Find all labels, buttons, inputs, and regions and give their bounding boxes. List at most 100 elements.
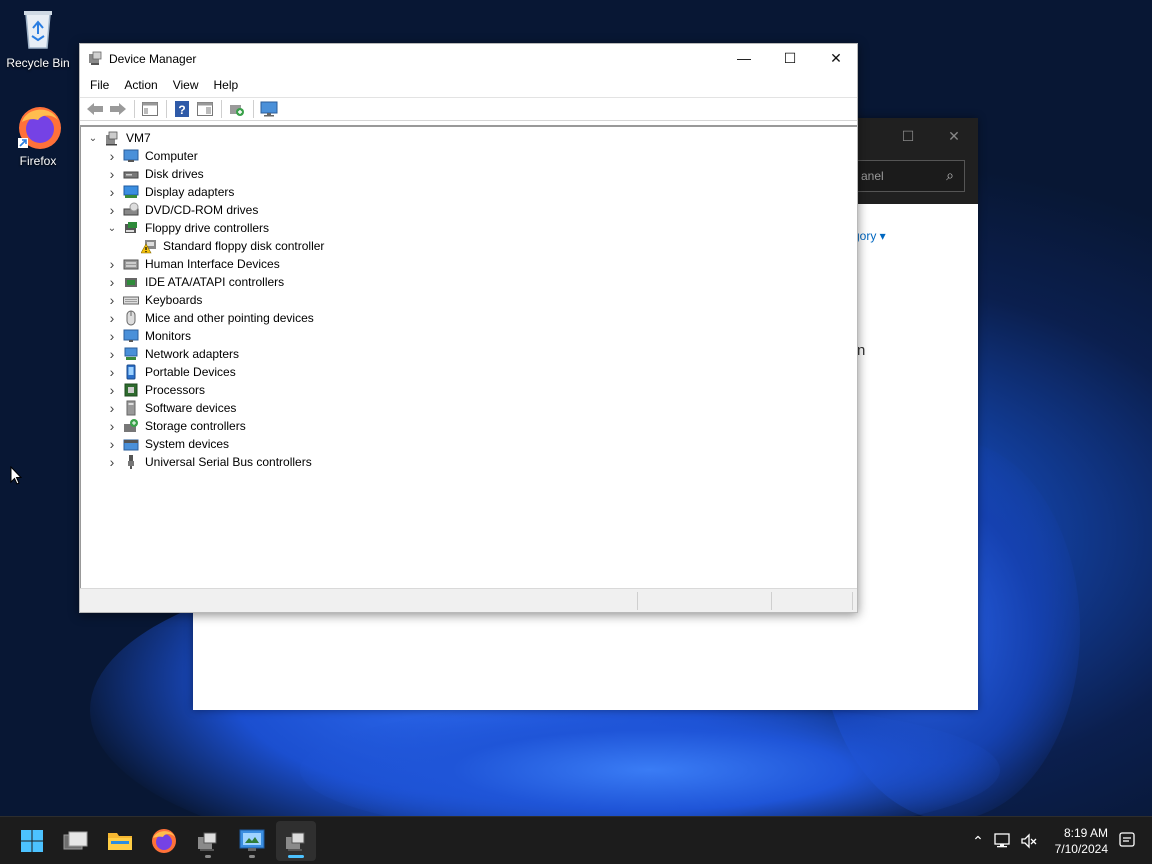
desktop-icon-recycle-bin[interactable]: Recycle Bin: [0, 6, 76, 70]
tree-category[interactable]: ⌄ Floppy drive controllers: [105, 219, 269, 237]
title-bar[interactable]: Device Manager — ☐ ✕: [80, 44, 857, 73]
monitor-icon[interactable]: [258, 99, 280, 119]
chevron-right-icon[interactable]: ›: [105, 400, 119, 416]
tree-category[interactable]: › Monitors: [105, 327, 191, 345]
chevron-right-icon[interactable]: ›: [105, 418, 119, 434]
tree-item-label: Mice and other pointing devices: [145, 311, 314, 325]
chevron-up-icon[interactable]: ⌃: [966, 833, 990, 850]
chevron-down-icon[interactable]: ⌄: [86, 131, 100, 145]
chevron-right-icon[interactable]: ›: [105, 454, 119, 470]
tree-category[interactable]: › Universal Serial Bus controllers: [105, 453, 312, 471]
help-icon[interactable]: ?: [171, 99, 193, 119]
chevron-right-icon[interactable]: ›: [105, 166, 119, 182]
menu-help[interactable]: Help: [208, 78, 245, 92]
chevron-right-icon[interactable]: ›: [105, 184, 119, 200]
desktop-icon-firefox[interactable]: Firefox: [0, 104, 76, 168]
tree-item-label: Network adapters: [145, 347, 240, 361]
menu-view[interactable]: View: [167, 78, 205, 92]
computer-icon: [123, 148, 139, 164]
chevron-right-icon[interactable]: ›: [105, 436, 119, 452]
tree-item-label: System devices: [145, 437, 230, 451]
tree-category[interactable]: › IDE ATA/ATAPI controllers: [105, 273, 285, 291]
hid-icon: [123, 256, 139, 272]
tree-root[interactable]: ⌄ VM7: [86, 129, 151, 147]
tree-item-label: Human Interface Devices: [145, 257, 280, 271]
clock-date: 7/10/2024: [1054, 842, 1108, 856]
chevron-right-icon[interactable]: ›: [105, 346, 119, 362]
chevron-right-icon[interactable]: ›: [105, 256, 119, 272]
chevron-right-icon[interactable]: ›: [105, 310, 119, 326]
computer-root-icon: [104, 130, 120, 146]
device-manager-window[interactable]: Device Manager — ☐ ✕ File Action View He…: [79, 43, 858, 613]
network-adapter-icon: [123, 346, 139, 362]
menu-action[interactable]: Action: [118, 78, 163, 92]
tree-category[interactable]: › Mice and other pointing devices: [105, 309, 314, 327]
tree-item-label: IDE ATA/ATAPI controllers: [145, 275, 285, 289]
chevron-right-icon[interactable]: ›: [105, 292, 119, 308]
tree-item-label: DVD/CD-ROM drives: [145, 203, 259, 217]
device-tree[interactable]: ⌄ VM7 › Computer › Disk drives › Display adap…: [80, 125, 857, 589]
forward-icon[interactable]: [107, 99, 129, 119]
disk-drive-icon: [123, 166, 139, 182]
toolbar-separator: [166, 100, 167, 118]
start-button[interactable]: [12, 821, 52, 861]
dvd-drive-icon: [123, 202, 139, 218]
chevron-right-icon[interactable]: ›: [105, 274, 119, 290]
scan-hardware-icon[interactable]: [226, 99, 248, 119]
tree-category[interactable]: › Processors: [105, 381, 205, 399]
display-adapter-icon: [123, 184, 139, 200]
minimize-button[interactable]: —: [721, 44, 767, 73]
tree-item-label: Computer: [145, 149, 198, 163]
tree-child-item[interactable]: Standard floppy disk controller: [140, 237, 324, 255]
tree-category[interactable]: › Network adapters: [105, 345, 239, 363]
svg-text:?: ?: [178, 103, 185, 117]
mouse-cursor: [10, 465, 23, 489]
chevron-right-icon[interactable]: ›: [105, 364, 119, 380]
volume-muted-icon[interactable]: [1016, 833, 1042, 849]
back-icon[interactable]: [84, 99, 106, 119]
close-button[interactable]: ✕: [939, 124, 969, 148]
chevron-down-icon[interactable]: ⌄: [105, 221, 119, 235]
clock[interactable]: 8:19 AM 7/10/2024: [1055, 825, 1108, 857]
device-manager-taskbar-button[interactable]: [188, 821, 228, 861]
firefox-button[interactable]: [144, 821, 184, 861]
tree-category[interactable]: › Human Interface Devices: [105, 255, 280, 273]
tree-category[interactable]: › System devices: [105, 435, 229, 453]
software-device-icon: [123, 400, 139, 416]
mouse-icon: [123, 310, 139, 326]
status-divider: [852, 592, 853, 610]
menu-file[interactable]: File: [84, 78, 115, 92]
search-icon: ⌕: [946, 167, 954, 183]
desktop-icon-label: Firefox: [19, 154, 57, 168]
tree-category[interactable]: › Portable Devices: [105, 363, 236, 381]
maximize-button[interactable]: ☐: [893, 124, 923, 148]
show-hide-icon[interactable]: [194, 99, 216, 119]
system-tray: ⌃: [966, 817, 1042, 864]
chevron-right-icon[interactable]: ›: [105, 202, 119, 218]
device-manager-active-taskbar-button[interactable]: [276, 821, 316, 861]
task-view-button[interactable]: [56, 821, 96, 861]
chevron-right-icon[interactable]: ›: [105, 148, 119, 164]
tree-item-label: Disk drives: [145, 167, 204, 181]
notifications-icon[interactable]: [1118, 831, 1136, 852]
warning-device-icon: [140, 238, 157, 254]
maximize-button[interactable]: ☐: [767, 44, 813, 73]
tree-category[interactable]: › Display adapters: [105, 183, 235, 201]
close-button[interactable]: ✕: [813, 44, 859, 73]
chevron-right-icon[interactable]: ›: [105, 328, 119, 344]
tree-category[interactable]: › DVD/CD-ROM drives: [105, 201, 259, 219]
control-panel-taskbar-button[interactable]: [232, 821, 272, 861]
tree-category[interactable]: › Keyboards: [105, 291, 203, 309]
tree-item-label: Software devices: [145, 401, 237, 415]
properties-pane-icon[interactable]: [139, 99, 161, 119]
file-explorer-button[interactable]: [100, 821, 140, 861]
tree-category[interactable]: › Computer: [105, 147, 198, 165]
file-explorer-icon: [108, 833, 132, 850]
tree-category[interactable]: › Disk drives: [105, 165, 204, 183]
recycle-bin-icon: [16, 6, 60, 52]
chevron-right-icon[interactable]: ›: [105, 382, 119, 398]
start-icon: [21, 830, 43, 852]
network-icon[interactable]: [990, 833, 1016, 849]
tree-category[interactable]: › Storage controllers: [105, 417, 246, 435]
tree-category[interactable]: › Software devices: [105, 399, 237, 417]
